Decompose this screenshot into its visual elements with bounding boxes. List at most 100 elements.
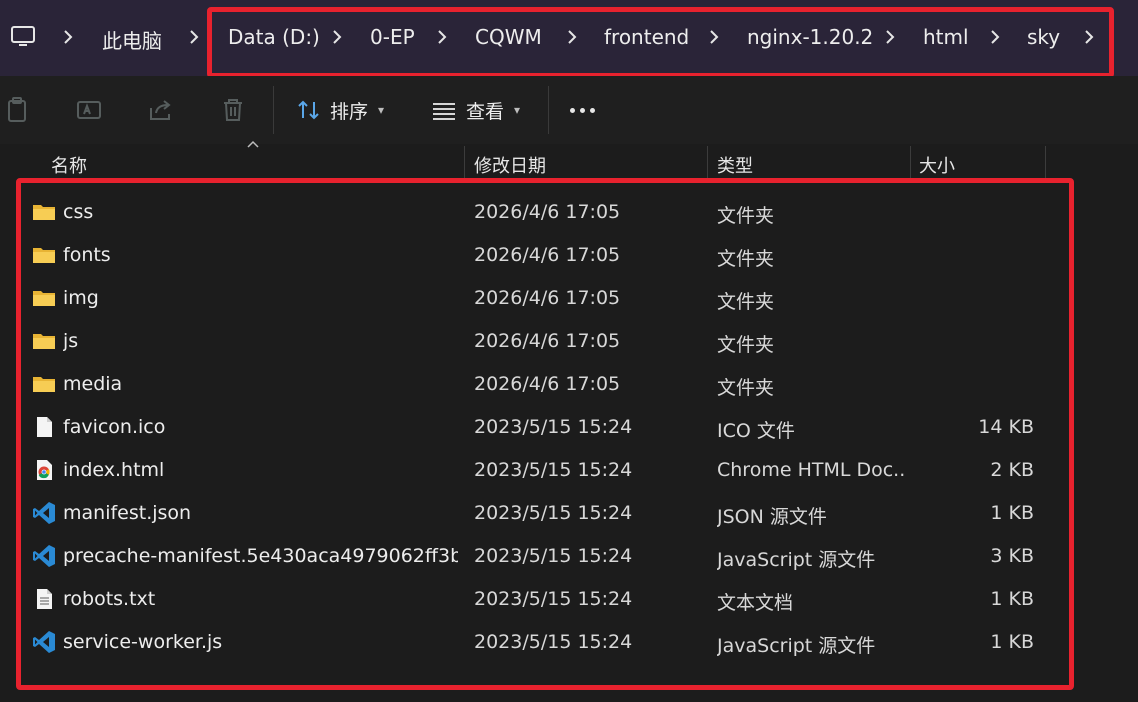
- address-bar[interactable]: 此电脑 Data (D:) 0-EP CQWM frontend nginx-1…: [0, 0, 1138, 76]
- file-name[interactable]: fonts: [63, 244, 458, 266]
- file-name[interactable]: js: [63, 330, 458, 352]
- chevron-right-icon[interactable]: [62, 26, 74, 48]
- file-date: 2023/5/15 15:24: [474, 459, 633, 481]
- chevron-down-icon: ▾: [514, 103, 521, 117]
- file-date: 2026/4/6 17:05: [474, 201, 621, 223]
- folder-icon: [32, 286, 56, 310]
- sort-label: 排序: [330, 100, 369, 123]
- file-type: 文本文档: [717, 592, 794, 614]
- column-divider[interactable]: [464, 146, 465, 180]
- file-date: 2026/4/6 17:05: [474, 373, 621, 395]
- file-type: JavaScript 源文件: [717, 635, 876, 657]
- file-name[interactable]: service-worker.js: [63, 631, 458, 653]
- file-type: 文件夹: [717, 377, 775, 399]
- breadcrumb-item[interactable]: Data (D:): [228, 25, 320, 49]
- breadcrumb-item[interactable]: html: [923, 25, 969, 49]
- file-row[interactable]: service-worker.js 2023/5/15 15:24 JavaScri…: [30, 621, 1050, 664]
- file-size: 2 KB: [990, 459, 1034, 481]
- column-header-date[interactable]: 修改日期: [474, 152, 546, 178]
- folder-icon: [32, 243, 56, 267]
- breadcrumb-item[interactable]: nginx-1.20.2: [747, 25, 873, 49]
- column-divider[interactable]: [707, 146, 708, 180]
- file-size: 1 KB: [990, 631, 1034, 653]
- file-type: Chrome HTML Doc...: [717, 459, 907, 481]
- file-row[interactable]: precache-manifest.5e430aca4979062ff3bb..…: [30, 535, 1050, 578]
- chevron-right-icon[interactable]: [188, 26, 200, 48]
- column-header-size[interactable]: 大小: [919, 152, 955, 178]
- column-divider[interactable]: [910, 146, 911, 180]
- vscode-icon: [32, 630, 56, 654]
- chrome-icon: [32, 458, 56, 482]
- column-header-row: 名称 修改日期 类型 大小: [0, 144, 1138, 180]
- share-icon[interactable]: [147, 96, 175, 124]
- dot-icon: [570, 107, 575, 113]
- file-row[interactable]: media 2026/4/6 17:05 文件夹: [30, 363, 1050, 406]
- folder-icon: [32, 329, 56, 353]
- file-name[interactable]: media: [63, 373, 458, 395]
- file-name[interactable]: index.html: [63, 459, 458, 481]
- file-row[interactable]: js 2026/4/6 17:05 文件夹: [30, 320, 1050, 363]
- file-type: 文件夹: [717, 291, 775, 313]
- file-row[interactable]: index.html 2023/5/15 15:24 Chrome HTML Doc…: [30, 449, 1050, 492]
- chevron-right-icon[interactable]: [708, 26, 720, 48]
- text-file-icon: [32, 587, 56, 611]
- folder-icon: [32, 372, 56, 396]
- file-name[interactable]: favicon.ico: [63, 416, 458, 438]
- file-size: 1 KB: [990, 502, 1034, 524]
- file-size: 1 KB: [990, 588, 1034, 610]
- file-date: 2023/5/15 15:24: [474, 631, 633, 653]
- view-label: 查看: [466, 100, 505, 123]
- vscode-icon: [32, 501, 56, 525]
- file-row[interactable]: css 2026/4/6 17:05 文件夹: [30, 191, 1050, 234]
- toolbar-divider: [548, 86, 549, 134]
- file-date: 2023/5/15 15:24: [474, 502, 633, 524]
- chevron-right-icon[interactable]: [884, 26, 896, 48]
- file-name[interactable]: img: [63, 287, 458, 309]
- file-date: 2026/4/6 17:05: [474, 330, 621, 352]
- file-row[interactable]: img 2026/4/6 17:05 文件夹: [30, 277, 1050, 320]
- breadcrumb-item[interactable]: frontend: [604, 25, 689, 49]
- file-date: 2026/4/6 17:05: [474, 287, 621, 309]
- file-type: JSON 源文件: [717, 506, 827, 528]
- file-type: 文件夹: [717, 205, 775, 227]
- breadcrumb-item[interactable]: 0-EP: [370, 25, 415, 49]
- view-icon: [433, 103, 455, 120]
- breadcrumb-item[interactable]: sky: [1027, 25, 1060, 49]
- file-row[interactable]: favicon.ico 2023/5/15 15:24 ICO 文件 14 KB: [30, 406, 1050, 449]
- file-name[interactable]: css: [63, 201, 458, 223]
- file-size: 3 KB: [990, 545, 1034, 567]
- more-options-button[interactable]: [570, 98, 602, 122]
- file-name[interactable]: precache-manifest.5e430aca4979062ff3bb..…: [63, 545, 458, 567]
- chevron-right-icon[interactable]: [331, 26, 343, 48]
- folder-icon: [32, 200, 56, 224]
- sort-icon: [298, 100, 319, 120]
- file-row[interactable]: fonts 2026/4/6 17:05 文件夹: [30, 234, 1050, 277]
- file-type: JavaScript 源文件: [717, 549, 876, 571]
- chevron-right-icon[interactable]: [989, 26, 1001, 48]
- breadcrumb-item[interactable]: 此电脑: [102, 25, 162, 54]
- file-type: 文件夹: [717, 334, 775, 356]
- column-divider[interactable]: [1045, 146, 1046, 180]
- vscode-icon: [32, 544, 56, 568]
- view-button[interactable]: 查看 ▾: [430, 94, 520, 126]
- breadcrumb-item[interactable]: CQWM: [475, 25, 542, 49]
- sort-button[interactable]: 排序 ▾: [296, 94, 384, 126]
- column-header-type[interactable]: 类型: [717, 152, 753, 178]
- column-header-name[interactable]: 名称: [51, 152, 87, 178]
- delete-icon[interactable]: [219, 96, 247, 124]
- file-size: 14 KB: [978, 416, 1034, 438]
- file-name[interactable]: robots.txt: [63, 588, 458, 610]
- paste-icon[interactable]: [4, 96, 32, 124]
- chevron-right-icon[interactable]: [436, 26, 448, 48]
- file-name[interactable]: manifest.json: [63, 502, 458, 524]
- chevron-right-icon[interactable]: [1083, 26, 1095, 48]
- toolbar-divider: [273, 86, 274, 134]
- file-date: 2023/5/15 15:24: [474, 545, 633, 567]
- file-row[interactable]: manifest.json 2023/5/15 15:24 JSON 源文件 1 KB: [30, 492, 1050, 535]
- file-row[interactable]: robots.txt 2023/5/15 15:24 文本文档 1 KB: [30, 578, 1050, 621]
- rename-icon[interactable]: [75, 96, 103, 124]
- this-pc-icon[interactable]: [10, 24, 36, 50]
- blank-file-icon: [32, 415, 56, 439]
- file-type: 文件夹: [717, 248, 775, 270]
- chevron-right-icon[interactable]: [566, 26, 578, 48]
